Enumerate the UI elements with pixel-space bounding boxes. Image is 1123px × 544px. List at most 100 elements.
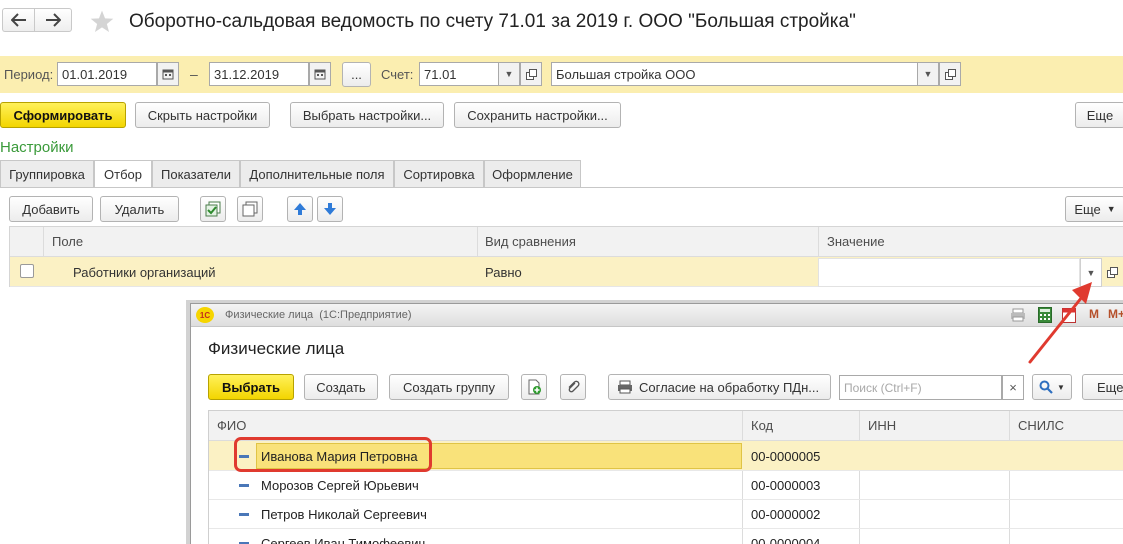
check-all-button[interactable] <box>200 196 226 222</box>
back-button[interactable] <box>2 8 34 32</box>
account-dropdown-button[interactable]: ▼ <box>498 62 520 86</box>
list-item-marker-icon <box>239 484 249 487</box>
title-bar: Оборотно-сальдовая ведомость по счету 71… <box>0 0 1123 48</box>
dialog-more-button[interactable]: Еще <box>1082 374 1123 400</box>
favorite-star-icon[interactable] <box>89 9 115 35</box>
app-logo-icon: 1С <box>196 307 214 323</box>
arrow-left-icon <box>10 13 26 27</box>
copy-button[interactable] <box>521 374 547 400</box>
check-all-icon <box>205 201 221 217</box>
column-header-comparison: Вид сравнения <box>485 234 576 249</box>
row-comparison-value: Равно <box>485 265 522 280</box>
list-item-fio: Петров Николай Сергеевич <box>261 507 427 522</box>
hide-settings-button[interactable]: Скрыть настройки <box>135 102 270 128</box>
chevron-down-icon: ▼ <box>923 69 933 79</box>
dialog-more-label: Еще <box>1097 379 1123 395</box>
red-highlight-frame <box>234 437 432 472</box>
search-icon <box>1039 380 1053 394</box>
date-from-calendar-button[interactable] <box>157 62 179 86</box>
column-header-fio: ФИО <box>217 418 247 433</box>
tab-appearance[interactable]: Оформление <box>484 160 581 187</box>
search-input[interactable]: Поиск (Ctrl+F) <box>839 375 1002 400</box>
chevron-down-icon: ▼ <box>1057 382 1065 392</box>
app-logo-text: 1С <box>199 310 211 320</box>
dialog-heading: Физические лица <box>208 339 345 358</box>
tab-additional-fields[interactable]: Дополнительные поля <box>240 160 394 187</box>
paperclip-icon <box>568 380 580 393</box>
list-item-code: 00-0000003 <box>751 478 821 493</box>
search-clear-button[interactable]: × <box>1002 375 1024 400</box>
attach-button[interactable] <box>560 374 586 400</box>
tab-sorting[interactable]: Сортировка <box>394 160 484 187</box>
create-button[interactable]: Создать <box>304 374 378 400</box>
list-item-marker-icon <box>239 513 249 516</box>
row-value-open-button[interactable] <box>1102 258 1123 287</box>
organization-dropdown-button[interactable]: ▼ <box>917 62 939 86</box>
row-checkbox[interactable] <box>20 264 34 278</box>
column-header-value: Значение <box>827 234 885 249</box>
account-label: Счет: <box>381 67 414 82</box>
open-form-icon <box>1107 267 1118 278</box>
organization-open-button[interactable] <box>939 62 961 86</box>
uncheck-all-button[interactable] <box>237 196 263 222</box>
filter-more-label: Еще <box>1074 201 1101 217</box>
list-item-fio: Морозов Сергей Юрьевич <box>261 478 419 493</box>
open-form-icon <box>944 68 956 80</box>
page-title: Оборотно-сальдовая ведомость по счету 71… <box>129 11 856 32</box>
row-field-value: Работники организаций <box>73 265 216 280</box>
search-options-button[interactable]: ▼ <box>1032 374 1072 400</box>
open-form-icon <box>525 68 537 80</box>
search-placeholder: Поиск (Ctrl+F) <box>844 380 922 395</box>
filter-more-button[interactable]: Еще ▼ <box>1065 196 1123 222</box>
memory-plus-button[interactable]: M+ <box>1108 307 1123 321</box>
move-down-button[interactable] <box>317 196 343 222</box>
list-item-code: 00-0000004 <box>751 536 821 544</box>
date-to-calendar-button[interactable] <box>309 62 331 86</box>
add-filter-button[interactable]: Добавить <box>9 196 93 222</box>
tabs-underline <box>0 187 1123 188</box>
list-item-fio: Сергеев Иван Тимофеевич <box>261 536 426 544</box>
settings-title: Настройки <box>0 139 74 156</box>
tab-indicators[interactable]: Показатели <box>152 160 240 187</box>
list-item-code: 00-0000002 <box>751 507 821 522</box>
arrow-right-icon <box>46 13 61 27</box>
column-header-field: Поле <box>52 234 84 249</box>
period-label: Период: <box>4 67 54 82</box>
choose-settings-button[interactable]: Выбрать настройки... <box>290 102 444 128</box>
column-header-code: Код <box>751 418 774 433</box>
printer-icon <box>618 380 632 394</box>
delete-filter-button[interactable]: Удалить <box>100 196 179 222</box>
save-settings-button[interactable]: Сохранить настройки... <box>454 102 621 128</box>
calendar-icon <box>314 69 326 80</box>
move-up-button[interactable] <box>287 196 313 222</box>
account-open-button[interactable] <box>520 62 542 86</box>
forward-button[interactable] <box>34 8 72 32</box>
chevron-down-icon: ▼ <box>1106 204 1116 214</box>
red-arrow-annotation <box>1028 282 1092 364</box>
calendar-icon <box>162 69 174 80</box>
column-divider <box>818 227 819 257</box>
generate-button[interactable]: Сформировать <box>0 102 126 128</box>
organization-field[interactable]: Большая стройка ООО <box>551 62 918 86</box>
account-field[interactable]: 71.01 <box>419 62 499 86</box>
close-icon: × <box>1009 380 1017 395</box>
list-item[interactable]: Сергеев Иван Тимофеевич 00-0000004 <box>209 529 1123 544</box>
more-button[interactable]: Еще <box>1075 102 1123 128</box>
period-choose-button[interactable]: ... <box>342 62 371 87</box>
create-group-button[interactable]: Создать группу <box>389 374 509 400</box>
column-header-inn: ИНН <box>868 418 897 433</box>
tab-filter[interactable]: Отбор <box>94 160 152 188</box>
date-from-field[interactable]: 01.01.2019 <box>57 62 157 86</box>
list-item-code: 00-0000005 <box>751 449 821 464</box>
column-header-snils: СНИЛС <box>1018 418 1065 433</box>
arrow-down-icon <box>324 203 336 215</box>
select-button[interactable]: Выбрать <box>208 374 294 400</box>
arrow-up-icon <box>294 203 306 215</box>
consent-label: Согласие на обработку ПДн... <box>639 379 820 395</box>
tab-grouping[interactable]: Группировка <box>0 160 94 187</box>
consent-button[interactable]: Согласие на обработку ПДн... <box>608 374 831 400</box>
date-to-field[interactable]: 31.12.2019 <box>209 62 309 86</box>
dialog-window-title: Физические лица (1С:Предприятие) <box>225 309 412 321</box>
period-dash: – <box>190 66 198 82</box>
uncheck-all-icon <box>242 201 258 217</box>
